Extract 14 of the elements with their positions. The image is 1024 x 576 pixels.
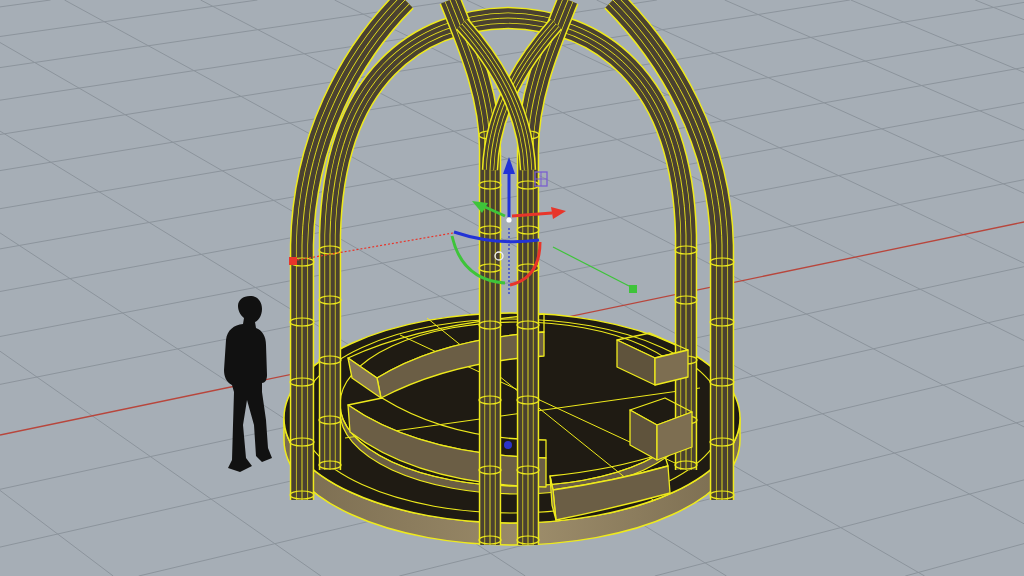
point-marker-icon: [504, 441, 512, 449]
gumball-move-arrow[interactable]: [511, 207, 566, 219]
gumball-ring-handle[interactable]: [494, 251, 504, 261]
gumball-move-arrow[interactable]: [503, 157, 515, 217]
block-seat: [629, 397, 693, 461]
gumball-scale-handle[interactable]: [629, 285, 637, 293]
gumball-rotate-arc[interactable]: [450, 235, 506, 285]
gumball-rotate-arc[interactable]: [509, 241, 542, 287]
gumball-rotate-arc[interactable]: [453, 230, 540, 244]
gumball-scale-handle[interactable]: [289, 257, 297, 265]
gumball-move-arrow[interactable]: [472, 201, 506, 218]
gumball-extension-line: [508, 227, 510, 297]
gumball-plane-handle[interactable]: [534, 171, 548, 187]
gumball-center-handle[interactable]: [506, 217, 512, 223]
